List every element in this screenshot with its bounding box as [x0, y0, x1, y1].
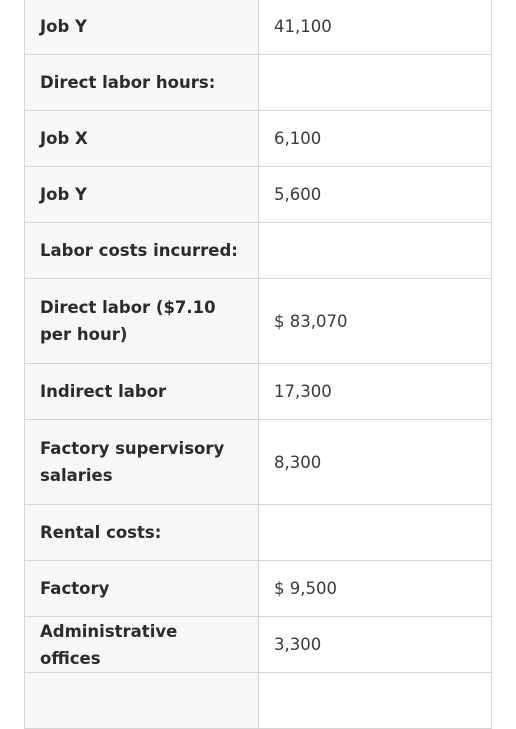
- row-value: 8,300: [258, 419, 492, 505]
- row-label: Indirect labor: [24, 363, 259, 420]
- row-label: Administrative offices: [24, 616, 259, 673]
- table-row: Factory $ 9,500: [24, 560, 492, 617]
- row-value: $ 9,500: [258, 560, 492, 617]
- row-label: Factory supervisory salaries: [24, 419, 259, 505]
- row-label: [24, 672, 259, 729]
- row-value: $ 83,070: [258, 278, 492, 364]
- row-label: Job Y: [24, 166, 259, 223]
- row-label: Factory: [24, 560, 259, 617]
- table-row: Job Y 41,100: [24, 0, 492, 55]
- row-value: 3,300: [258, 616, 492, 673]
- table-row: Labor costs incurred:: [24, 222, 492, 279]
- row-value: 5,600: [258, 166, 492, 223]
- table-row: Direct labor hours:: [24, 54, 492, 111]
- table-row: Direct labor ($7.10 per hour) $ 83,070: [24, 278, 492, 364]
- row-value: 6,100: [258, 110, 492, 167]
- row-value: [258, 504, 492, 561]
- table-row: Job X 6,100: [24, 110, 492, 167]
- row-label: Direct labor hours:: [24, 54, 259, 111]
- row-value: [258, 672, 492, 729]
- row-label: Job X: [24, 110, 259, 167]
- row-label: Rental costs:: [24, 504, 259, 561]
- table-row: Job Y 5,600: [24, 166, 492, 223]
- table-row: Indirect labor 17,300: [24, 363, 492, 420]
- row-label: Job Y: [24, 0, 259, 55]
- row-label: Labor costs incurred:: [24, 222, 259, 279]
- row-value: [258, 54, 492, 111]
- row-label: Direct labor ($7.10 per hour): [24, 278, 259, 364]
- table-row: Rental costs:: [24, 504, 492, 561]
- table-row: Administrative offices 3,300: [24, 616, 492, 673]
- row-value: 41,100: [258, 0, 492, 55]
- table-row: [24, 672, 492, 729]
- table-row: Factory supervisory salaries 8,300: [24, 419, 492, 505]
- cost-data-table: Job Y 41,100 Direct labor hours: Job X 6…: [24, 0, 492, 729]
- row-value: 17,300: [258, 363, 492, 420]
- row-value: [258, 222, 492, 279]
